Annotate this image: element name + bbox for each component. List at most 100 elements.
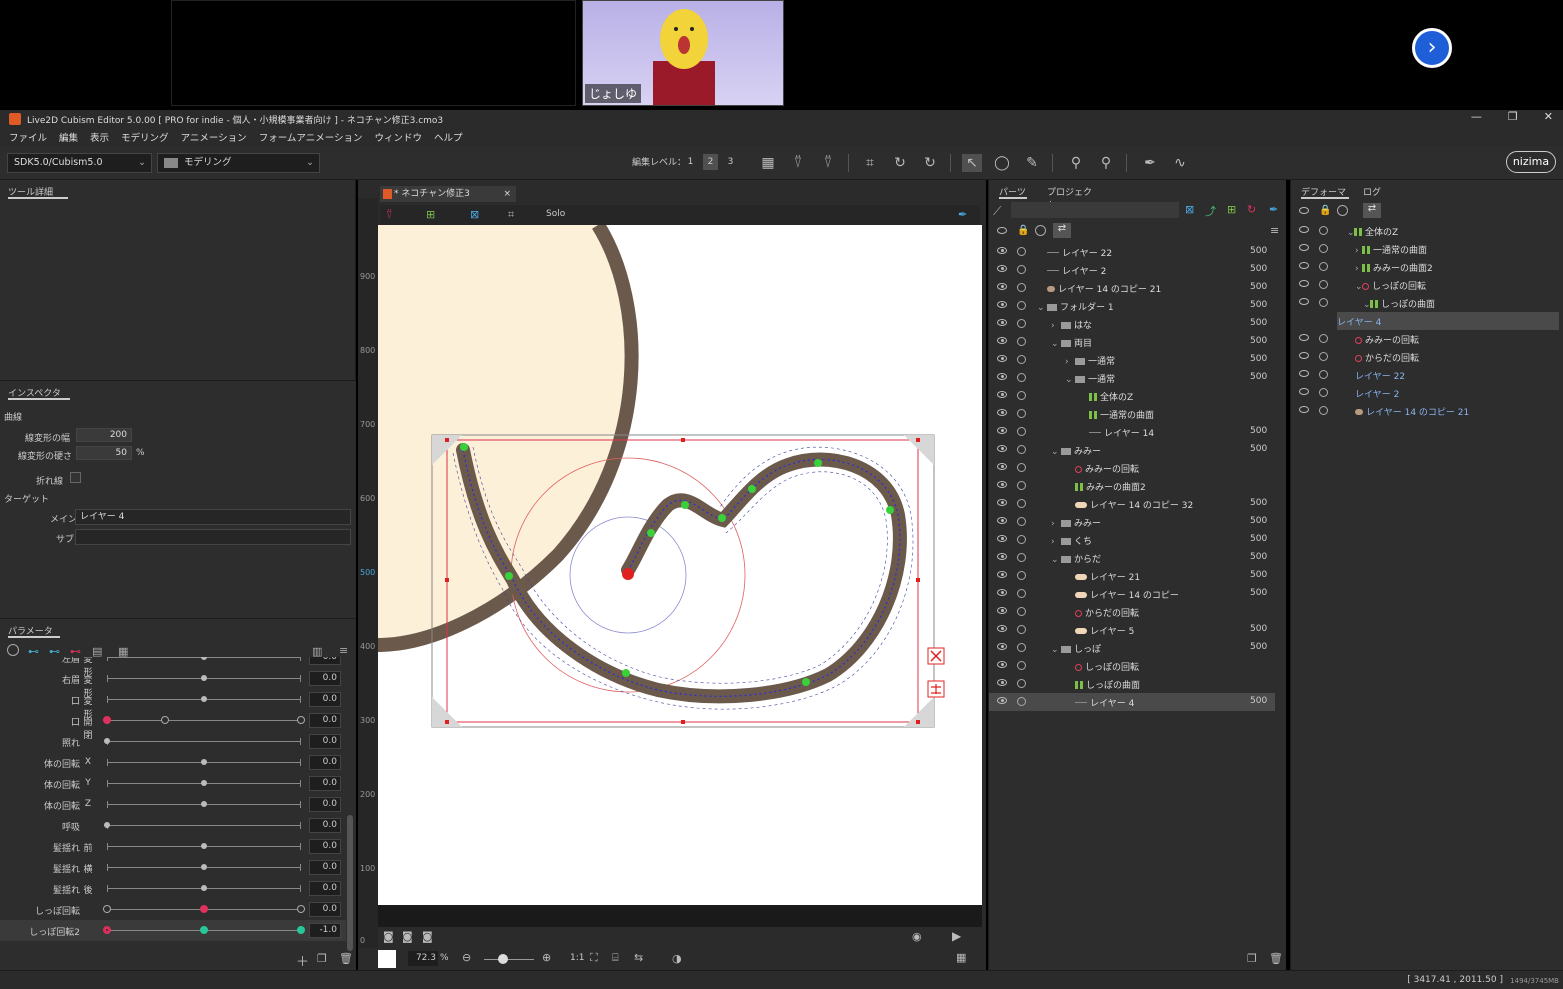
zoom-input[interactable]: 72.3: [408, 951, 438, 966]
control-point[interactable]: [505, 572, 513, 580]
control-point[interactable]: [748, 485, 756, 493]
deformer-tree-row[interactable]: からだの回転: [1291, 348, 1559, 366]
parameter-row[interactable]: しっぽ回転 0.0: [0, 899, 346, 920]
trash-icon[interactable]: 🗑: [1269, 952, 1283, 965]
curve-filter-icon[interactable]: ⤴: [1205, 203, 1216, 219]
parts-tree-row[interactable]: からだの回転: [989, 603, 1275, 621]
deformer-tree-row[interactable]: ⌄ しっぽの曲面: [1291, 294, 1559, 312]
eye-icon[interactable]: [997, 227, 1007, 234]
parameter-tab[interactable]: パラメータ: [8, 624, 60, 638]
document-tab[interactable]: * ネコチャン修正3 ×: [380, 186, 516, 202]
lock-toggle-icon[interactable]: [1017, 283, 1026, 292]
parameter-value[interactable]: 0.0: [309, 860, 341, 875]
pin-icon[interactable]: ✒: [958, 208, 967, 221]
chevron-right-icon[interactable]: ›: [1051, 537, 1061, 547]
deformer-tree-row[interactable]: › 一通常の曲面: [1291, 240, 1559, 258]
menu-file[interactable]: ファイル: [9, 130, 47, 144]
parameter-value[interactable]: 0.0: [309, 657, 341, 665]
lock-toggle-icon[interactable]: [1017, 247, 1026, 256]
auto-mesh-icon[interactable]: ⍢: [818, 154, 838, 172]
keyform-point[interactable]: [103, 926, 111, 934]
expand-icon[interactable]: [7, 644, 19, 656]
eye-icon[interactable]: [997, 301, 1007, 308]
chevron-down-icon[interactable]: ⌄: [1051, 447, 1061, 457]
transform-handle[interactable]: [916, 578, 920, 582]
parts-tree-row[interactable]: みみーの曲面2: [989, 477, 1275, 495]
chevron-down-icon[interactable]: ⌄: [1347, 228, 1355, 238]
active-control-point[interactable]: [622, 568, 634, 580]
parameter-row[interactable]: 右眉 変形 0.0: [0, 668, 346, 699]
parts-tree-row[interactable]: › はな 500: [989, 315, 1275, 333]
eye-icon[interactable]: [997, 409, 1007, 416]
add-parameter-icon[interactable]: ＋: [296, 951, 309, 970]
mesh-edit-icon[interactable]: ⍢: [788, 154, 808, 172]
log-tab[interactable]: ログ: [1363, 185, 1393, 199]
keyform-point[interactable]: [297, 716, 305, 724]
eye-icon[interactable]: [997, 607, 1007, 614]
eye-icon[interactable]: [997, 283, 1007, 290]
eye-icon[interactable]: [1299, 370, 1309, 377]
rotation-filter-icon[interactable]: ↻: [1247, 203, 1256, 216]
glue-icon[interactable]: ⌗: [860, 154, 880, 172]
lock-icon[interactable]: 🔒: [1319, 205, 1331, 216]
polyline-checkbox[interactable]: [70, 472, 81, 483]
pin-icon[interactable]: ✒: [1269, 203, 1278, 216]
control-point[interactable]: [460, 443, 468, 451]
transform-handle[interactable]: [916, 720, 920, 724]
eye-icon[interactable]: [997, 553, 1007, 560]
edit-level-1[interactable]: 1: [683, 154, 698, 170]
eye-icon[interactable]: [997, 445, 1007, 452]
parameter-value[interactable]: 0.0: [309, 902, 341, 917]
eye-icon[interactable]: [1299, 388, 1309, 395]
transform-handle[interactable]: [681, 720, 685, 724]
lock-toggle-icon[interactable]: [1017, 409, 1026, 418]
video-icon[interactable]: ◙: [422, 930, 433, 943]
eye-icon[interactable]: [997, 661, 1007, 668]
chevron-right-icon[interactable]: ›: [1355, 246, 1362, 256]
keyform-point[interactable]: [103, 905, 111, 913]
parts-tree-row[interactable]: レイヤー 22 500: [989, 243, 1275, 261]
parameter-slider-knob[interactable]: [201, 696, 207, 702]
parameter-slider-track[interactable]: [107, 720, 301, 721]
eye-icon[interactable]: [997, 625, 1007, 632]
deformer-tree-row[interactable]: みみーの回転: [1291, 330, 1559, 348]
lock-toggle-icon[interactable]: [1017, 517, 1026, 526]
parameter-row[interactable]: 体の回転 Y 0.0: [0, 773, 346, 794]
lock-toggle-icon[interactable]: [1017, 499, 1026, 508]
control-point[interactable]: [886, 506, 894, 514]
lock-toggle-icon[interactable]: [1319, 370, 1328, 379]
parameter-slider-knob[interactable]: [201, 864, 207, 870]
eye-icon[interactable]: [1299, 352, 1309, 359]
parameter-value[interactable]: 0.0: [309, 671, 341, 686]
lock-toggle-icon[interactable]: [1017, 391, 1026, 400]
parameter-value[interactable]: -1.0: [309, 923, 341, 938]
pen-tool-icon[interactable]: ✒: [1140, 154, 1160, 172]
warp-rot-icon[interactable]: ⊞: [426, 208, 435, 221]
actual-size-button[interactable]: 1:1: [570, 953, 584, 963]
parameter-row[interactable]: 体の回転 X 0.0: [0, 752, 346, 773]
parts-tree-row[interactable]: レイヤー 14 500: [989, 423, 1275, 441]
parameter-row[interactable]: 左眉 変形 0.0: [0, 657, 346, 678]
solo-toggle[interactable]: Solo: [546, 209, 565, 219]
lock-toggle-icon[interactable]: [1319, 244, 1328, 253]
control-point[interactable]: [802, 678, 810, 686]
fit-icon[interactable]: ⛶: [590, 951, 598, 965]
eye-icon[interactable]: [997, 373, 1007, 380]
keyform-point[interactable]: [200, 905, 208, 913]
lock-toggle-icon[interactable]: [1017, 481, 1026, 490]
inspector-tab[interactable]: インスペクタ: [8, 386, 70, 400]
project-tab[interactable]: プロジェクト: [1047, 185, 1097, 211]
lock-toggle-icon[interactable]: [1319, 280, 1328, 289]
parameter-row[interactable]: 照れ 0.0: [0, 731, 346, 752]
curve-deform-icon[interactable]: ⍢: [386, 208, 393, 222]
deformer-tab[interactable]: デフォーマ: [1301, 185, 1349, 199]
parameter-slider-knob[interactable]: [201, 657, 207, 660]
menu-window[interactable]: ウィンドウ: [375, 130, 423, 144]
close-button[interactable]: ✕: [1544, 110, 1553, 123]
parts-tree-row[interactable]: 全体のZ: [989, 387, 1275, 405]
parameter-row[interactable]: しっぽ回転2 -1.0: [0, 920, 346, 941]
lock-toggle-icon[interactable]: [1319, 334, 1328, 343]
lock-toggle-icon[interactable]: [1017, 589, 1026, 598]
parameter-value[interactable]: 0.0: [309, 818, 341, 833]
eye-icon[interactable]: [997, 571, 1007, 578]
